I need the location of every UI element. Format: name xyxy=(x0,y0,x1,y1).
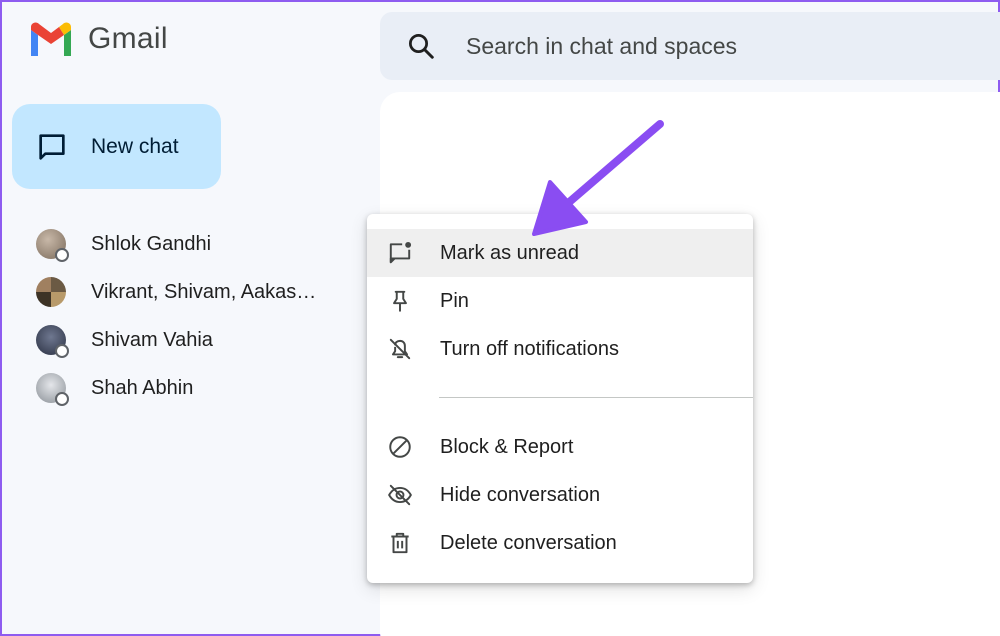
chat-item[interactable]: Vikrant, Shivam, Aakas… xyxy=(36,268,316,316)
trash-icon xyxy=(391,532,409,554)
search-bar[interactable] xyxy=(380,12,1000,80)
chat-name: Shah Abhin xyxy=(91,376,194,399)
search-icon[interactable] xyxy=(406,31,436,61)
chat-item[interactable]: Shah Abhin xyxy=(36,364,316,412)
hide-icon xyxy=(388,484,412,506)
gmail-logo[interactable]: Gmail xyxy=(28,22,168,56)
chat-item[interactable]: Shlok Gandhi xyxy=(36,220,316,268)
menu-item-label: Pin xyxy=(440,289,469,312)
chat-list: Shlok Gandhi Vikrant, Shivam, Aakas… Shi… xyxy=(36,220,316,412)
status-indicator-icon xyxy=(55,248,69,262)
menu-item-pin[interactable]: Pin xyxy=(367,277,753,325)
block-icon xyxy=(389,436,411,458)
mark-unread-icon xyxy=(389,241,412,264)
app-title: Gmail xyxy=(88,22,168,55)
status-indicator-icon xyxy=(55,344,69,358)
menu-item-delete-conversation[interactable]: Delete conversation xyxy=(367,519,753,567)
chat-name: Shlok Gandhi xyxy=(91,232,212,255)
annotation-arrow-icon xyxy=(532,120,664,236)
new-chat-button[interactable]: New chat xyxy=(12,104,221,189)
avatar xyxy=(36,325,69,358)
avatar xyxy=(36,373,69,406)
menu-divider xyxy=(439,397,753,398)
notifications-off-icon xyxy=(389,338,411,360)
menu-item-label: Hide conversation xyxy=(440,483,601,506)
chat-name: Shivam Vahia xyxy=(91,328,213,351)
chat-item[interactable]: Shivam Vahia xyxy=(36,316,316,364)
menu-item-hide-conversation[interactable]: Hide conversation xyxy=(367,471,753,519)
menu-item-block-report[interactable]: Block & Report xyxy=(367,423,753,471)
menu-item-label: Turn off notifications xyxy=(440,337,619,360)
chat-context-menu: Mark as unread Pin Turn off notification… xyxy=(367,214,753,583)
gmail-m-icon xyxy=(31,22,71,56)
search-input[interactable] xyxy=(466,32,946,60)
menu-item-label: Block & Report xyxy=(440,435,574,458)
avatar xyxy=(36,277,66,307)
new-chat-label: New chat xyxy=(91,134,179,158)
chat-name: Vikrant, Shivam, Aakas… xyxy=(91,280,317,303)
menu-spacer xyxy=(367,373,753,397)
chat-bubble-icon xyxy=(39,133,65,160)
avatar xyxy=(36,229,69,262)
menu-item-label: Delete conversation xyxy=(440,531,617,554)
pin-icon xyxy=(393,290,407,312)
menu-item-turn-off-notifications[interactable]: Turn off notifications xyxy=(367,325,753,373)
status-indicator-icon xyxy=(55,392,69,406)
